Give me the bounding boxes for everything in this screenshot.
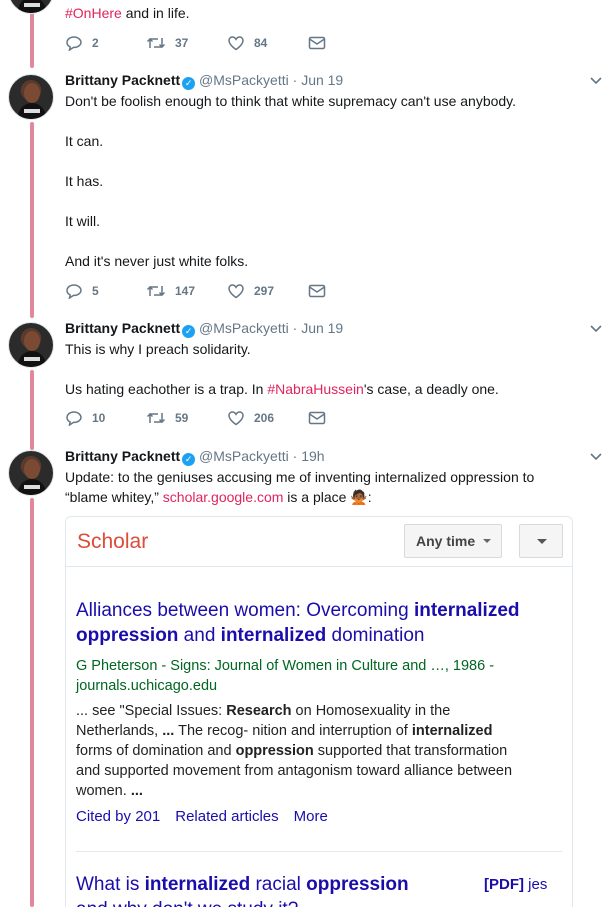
direct-message-button[interactable] bbox=[308, 411, 389, 425]
avatar[interactable] bbox=[8, 74, 54, 120]
caret-down-icon bbox=[483, 539, 491, 543]
scholar-logo: Scholar bbox=[77, 530, 149, 553]
author-handle[interactable]: @MsPackyetti bbox=[199, 72, 289, 88]
reply-button[interactable]: 5 bbox=[65, 283, 146, 299]
result-links: Cited by 201 Related articles More bbox=[76, 808, 343, 825]
chevron-down-icon[interactable] bbox=[589, 449, 603, 463]
avatar[interactable] bbox=[8, 0, 54, 14]
retweet-icon bbox=[146, 412, 166, 424]
tweet: Brittany Packnett ✓ @MsPackyetti · 19h Up… bbox=[65, 447, 602, 507]
retweet-button[interactable]: 37 bbox=[146, 36, 227, 50]
verified-badge-icon: ✓ bbox=[182, 77, 196, 90]
reply-button[interactable]: 2 bbox=[65, 35, 146, 51]
like-button[interactable]: 206 bbox=[227, 410, 308, 426]
tweet-text: Update: to the geniuses accusing me of i… bbox=[65, 469, 535, 505]
reply-icon bbox=[66, 284, 82, 299]
reply-button[interactable]: 10 bbox=[65, 410, 146, 426]
reply-count: 10 bbox=[92, 411, 106, 425]
tweet: #OnHere and in life. 2 37 84 bbox=[65, 3, 579, 51]
tweet: Brittany Packnett ✓ @MsPackyetti · Jun 19… bbox=[65, 319, 602, 426]
avatar[interactable] bbox=[8, 450, 54, 496]
heart-icon bbox=[228, 36, 244, 51]
heart-icon bbox=[228, 411, 244, 426]
tweet-text: This is why I preach solidarity. Us hati… bbox=[65, 341, 499, 397]
hashtag-link[interactable]: #OnHere bbox=[65, 5, 122, 21]
author-name[interactable]: Brittany Packnett bbox=[65, 448, 180, 464]
divider bbox=[76, 851, 562, 852]
time-filter-dropdown: Any time bbox=[404, 524, 502, 558]
author-name[interactable]: Brittany Packnett bbox=[65, 72, 180, 88]
tweet-timestamp[interactable]: 19h bbox=[301, 448, 324, 464]
result-title: Alliances between women: Overcoming inte… bbox=[76, 600, 520, 646]
tweet-header: Brittany Packnett ✓ @MsPackyetti · Jun 19 bbox=[65, 72, 344, 90]
caret-down-icon bbox=[537, 539, 547, 544]
reply-icon bbox=[66, 36, 82, 51]
more-link: More bbox=[293, 808, 328, 825]
author-name[interactable]: Brittany Packnett bbox=[65, 320, 180, 336]
heart-icon bbox=[228, 284, 244, 299]
tweet-text: Don't be foolish enough to think that wh… bbox=[65, 93, 517, 269]
person-gesturing-no-emoji: 🙅🏾 bbox=[350, 489, 368, 505]
result-meta: G Pheterson - Signs: Journal of Women in… bbox=[76, 658, 495, 694]
tweet-text: #OnHere and in life. bbox=[65, 5, 190, 21]
verified-badge-icon: ✓ bbox=[182, 453, 196, 466]
author-handle[interactable]: @MsPackyetti bbox=[199, 448, 289, 464]
envelope-icon bbox=[308, 36, 326, 50]
chevron-down-icon[interactable] bbox=[589, 321, 603, 335]
related-articles-link: Related articles bbox=[175, 808, 279, 825]
thread-line bbox=[30, 498, 34, 907]
author-handle[interactable]: @MsPackyetti bbox=[199, 320, 289, 336]
hashtag-link[interactable]: #NabraHussein bbox=[267, 381, 364, 397]
retweet-button[interactable]: 147 bbox=[146, 284, 227, 298]
retweet-count: 37 bbox=[175, 36, 189, 50]
direct-message-button[interactable] bbox=[308, 284, 389, 298]
retweet-button[interactable]: 59 bbox=[146, 411, 227, 425]
tweet-header: Brittany Packnett ✓ @MsPackyetti · 19h bbox=[65, 448, 325, 466]
tweet-actions: 10 59 206 bbox=[65, 410, 389, 426]
like-button[interactable]: 84 bbox=[227, 35, 308, 51]
pdf-source: [PDF] jes bbox=[484, 876, 548, 893]
reply-icon bbox=[66, 411, 82, 426]
reply-count: 2 bbox=[92, 36, 99, 50]
thread-line bbox=[30, 122, 34, 318]
options-dropdown bbox=[519, 524, 563, 558]
result-title: What is internalized racial oppression a… bbox=[76, 874, 409, 907]
like-count: 84 bbox=[254, 36, 268, 50]
result-snippet: ... see "Special Issues: Research on Hom… bbox=[76, 703, 513, 799]
verified-badge-icon: ✓ bbox=[182, 325, 196, 338]
tweet-actions: 2 37 84 bbox=[65, 35, 389, 51]
retweet-count: 59 bbox=[175, 411, 189, 425]
like-count: 206 bbox=[254, 411, 275, 425]
avatar[interactable] bbox=[8, 322, 54, 368]
envelope-icon bbox=[308, 411, 326, 425]
envelope-icon bbox=[308, 284, 326, 298]
like-count: 297 bbox=[254, 284, 275, 298]
cited-by-link: Cited by 201 bbox=[76, 808, 161, 825]
like-button[interactable]: 297 bbox=[227, 283, 308, 299]
scholar-link[interactable]: scholar.google.com bbox=[163, 489, 284, 505]
thread-line bbox=[30, 370, 34, 450]
tweet-actions: 5 147 297 bbox=[65, 283, 389, 299]
retweet-icon bbox=[146, 37, 166, 49]
chevron-down-icon[interactable] bbox=[589, 73, 603, 87]
tweet-media-image[interactable]: Scholar Any time Alliances between women… bbox=[65, 516, 573, 907]
retweet-count: 147 bbox=[175, 284, 196, 298]
reply-count: 5 bbox=[92, 284, 99, 298]
direct-message-button[interactable] bbox=[308, 36, 389, 50]
tweet: Brittany Packnett ✓ @MsPackyetti · Jun 19… bbox=[65, 71, 602, 299]
scholar-header: Scholar Any time bbox=[66, 517, 572, 567]
tweet-timestamp[interactable]: Jun 19 bbox=[301, 72, 343, 88]
retweet-icon bbox=[146, 285, 166, 297]
tweet-timestamp[interactable]: Jun 19 bbox=[301, 320, 343, 336]
tweet-header: Brittany Packnett ✓ @MsPackyetti · Jun 19 bbox=[65, 320, 344, 338]
